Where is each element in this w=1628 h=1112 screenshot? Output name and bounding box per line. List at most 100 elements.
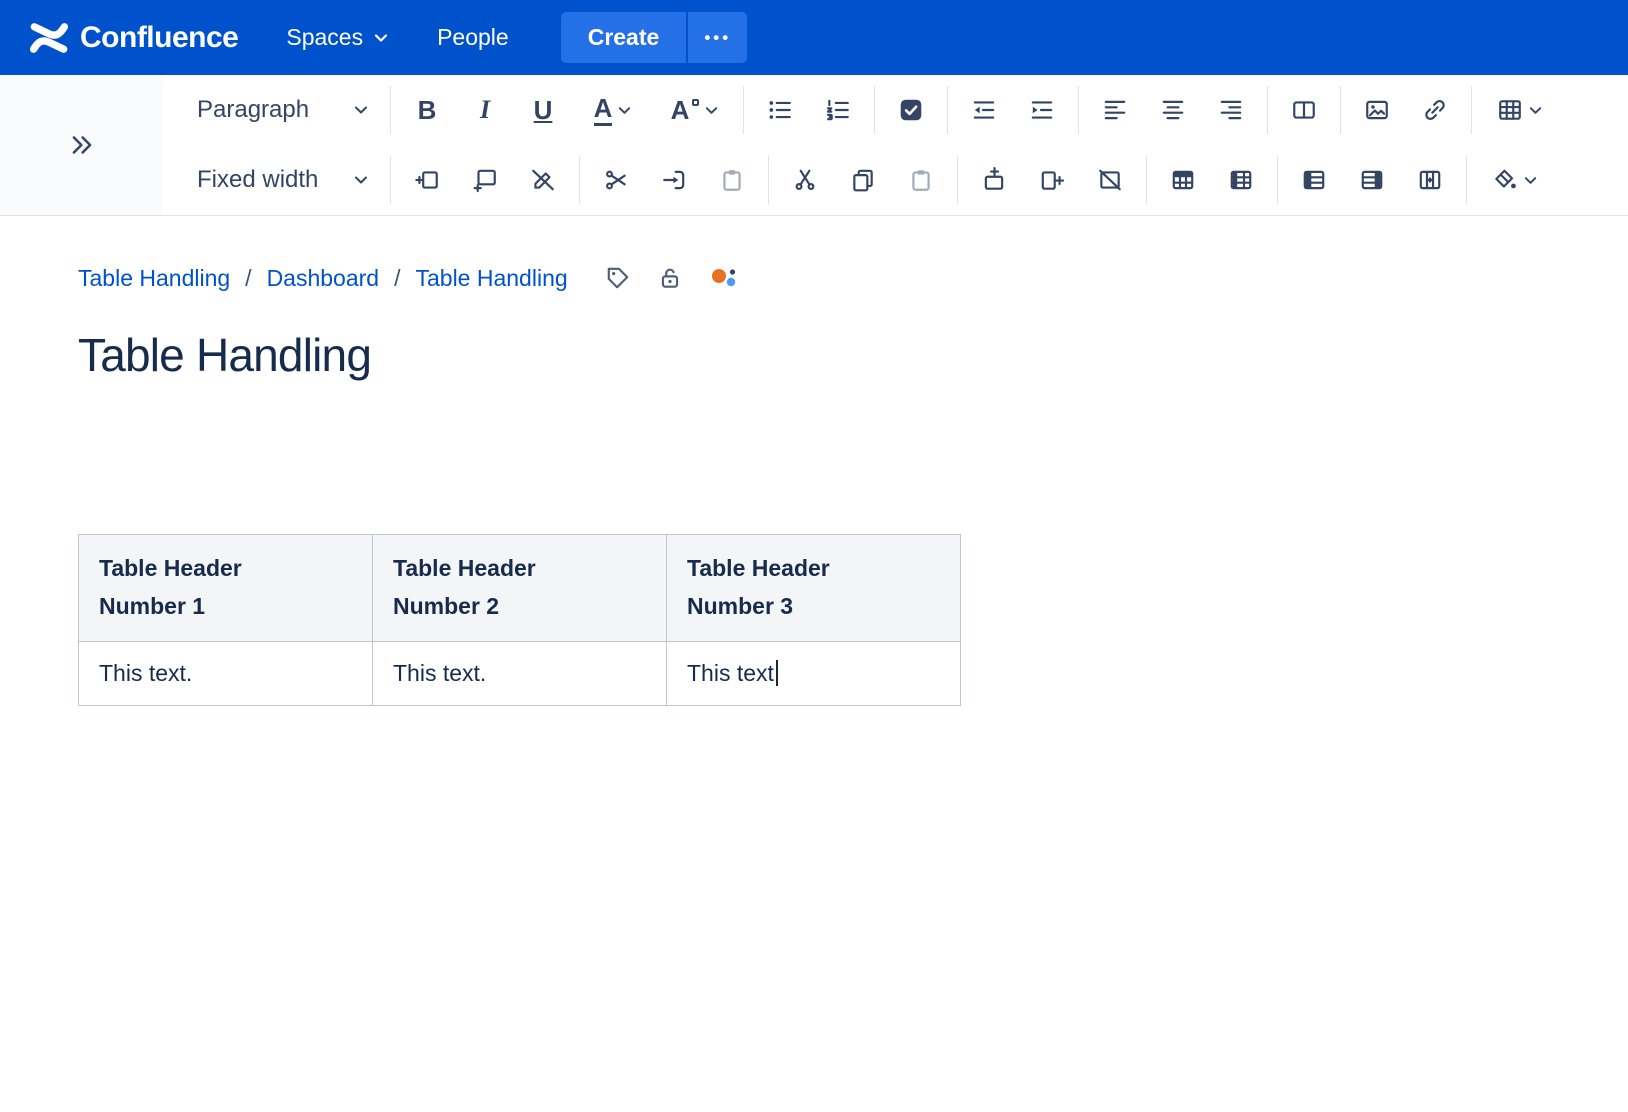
table-cell[interactable]: This text	[667, 641, 961, 705]
content-table: Table Header Number 1 Table Header Numbe…	[78, 534, 961, 706]
distribute-columns-icon	[1417, 167, 1443, 193]
insert-link-button[interactable]	[1406, 83, 1464, 137]
table-header-cell[interactable]: Table Header Number 1	[79, 535, 373, 642]
chevron-down-icon	[617, 103, 632, 118]
table-header-text: Table Header Number 1	[99, 550, 299, 626]
divider	[390, 156, 391, 204]
insert-row-button[interactable]	[456, 153, 514, 207]
table-cell[interactable]: This text.	[79, 641, 373, 705]
toolbar-row-formatting: Paragraph B I U A A	[163, 75, 1628, 145]
cut-row-button[interactable]	[776, 153, 834, 207]
bold-icon: B	[418, 97, 437, 123]
insert-row-icon	[472, 167, 498, 193]
split-cell-button[interactable]	[1343, 153, 1401, 207]
header-row-icon	[1170, 167, 1196, 193]
indent-button[interactable]	[1013, 83, 1071, 137]
page-layout-button[interactable]	[1275, 83, 1333, 137]
breadcrumb: Table Handling / Dashboard / Table Handl…	[78, 264, 1628, 292]
nav-spaces[interactable]: Spaces	[286, 24, 389, 51]
cut-cells-button[interactable]	[587, 153, 645, 207]
italic-button[interactable]: I	[456, 83, 514, 137]
bold-button[interactable]: B	[398, 83, 456, 137]
merge-cells-button[interactable]	[645, 153, 703, 207]
merge-table-cells-button[interactable]	[1285, 153, 1343, 207]
paragraph-style-label: Paragraph	[197, 96, 309, 124]
divider	[957, 156, 958, 204]
add-column-icon	[1039, 167, 1065, 193]
divider	[1078, 86, 1079, 134]
create-more-button[interactable]: •••	[688, 12, 747, 63]
add-row-above-button[interactable]	[965, 153, 1023, 207]
clear-cell-icon	[530, 167, 556, 193]
divider	[1471, 86, 1472, 134]
bullet-list-button[interactable]	[751, 83, 809, 137]
editor-toolbar: Paragraph B I U A A	[0, 75, 1628, 216]
superscript-mark	[692, 99, 699, 106]
breadcrumb-separator: /	[245, 265, 251, 292]
table-header-cell[interactable]: Table Header Number 3	[667, 535, 961, 642]
paste-cells-icon	[719, 167, 745, 193]
clear-cell-button[interactable]	[514, 153, 572, 207]
tag-icon[interactable]	[605, 265, 631, 291]
table-cell-text: This text.	[393, 660, 486, 686]
table-width-label: Fixed width	[197, 166, 318, 194]
underline-icon: U	[534, 97, 553, 123]
table-header-text: Table Header Number 3	[687, 550, 887, 626]
scissors-icon	[792, 167, 818, 193]
nav-people-label: People	[437, 24, 509, 51]
paste-cells-button[interactable]	[703, 153, 761, 207]
table-width-dropdown[interactable]: Fixed width	[183, 153, 383, 207]
text-color-button[interactable]: A	[572, 83, 654, 137]
chevron-down-icon	[353, 172, 369, 188]
divider	[768, 156, 769, 204]
create-button[interactable]: Create	[561, 12, 687, 63]
align-right-button[interactable]	[1202, 83, 1260, 137]
analytics-dots-icon[interactable]	[709, 264, 741, 292]
delete-table-button[interactable]	[1081, 153, 1139, 207]
insert-column-button[interactable]	[398, 153, 456, 207]
outdent-button[interactable]	[955, 83, 1013, 137]
align-left-icon	[1102, 97, 1128, 123]
underline-button[interactable]: U	[514, 83, 572, 137]
text-styles-icon: A	[671, 97, 690, 123]
header-column-button[interactable]	[1212, 153, 1270, 207]
cell-background-button[interactable]	[1474, 153, 1556, 207]
nav-people[interactable]: People	[437, 24, 509, 51]
expand-sidebar-icon[interactable]	[67, 130, 97, 160]
chevron-down-icon	[353, 102, 369, 118]
table-header-row: Table Header Number 1 Table Header Numbe…	[79, 535, 961, 642]
merge-table-cells-icon	[1301, 167, 1327, 193]
add-column-after-button[interactable]	[1023, 153, 1081, 207]
table-header-cell[interactable]: Table Header Number 2	[373, 535, 667, 642]
text-color-icon: A	[594, 95, 613, 126]
table-cell[interactable]: This text.	[373, 641, 667, 705]
align-left-button[interactable]	[1086, 83, 1144, 137]
app-header: Confluence Spaces People Create •••	[0, 0, 1628, 75]
align-center-icon	[1160, 97, 1186, 123]
breadcrumb-page-link[interactable]: Table Handling	[415, 265, 567, 292]
chevron-down-icon	[1523, 173, 1538, 188]
distribute-columns-button[interactable]	[1401, 153, 1459, 207]
table-icon	[1497, 97, 1523, 123]
copy-icon	[850, 167, 876, 193]
table-cell-text: This text.	[99, 660, 192, 686]
breadcrumb-dashboard-link[interactable]: Dashboard	[267, 265, 380, 292]
align-center-button[interactable]	[1144, 83, 1202, 137]
header-row-button[interactable]	[1154, 153, 1212, 207]
divider	[874, 86, 875, 134]
page-title[interactable]: Table Handling	[78, 328, 1628, 382]
divider	[579, 156, 580, 204]
paragraph-style-dropdown[interactable]: Paragraph	[183, 83, 383, 137]
task-list-button[interactable]	[882, 83, 940, 137]
divider	[1466, 156, 1467, 204]
table-cell-text: This text	[687, 660, 774, 686]
paste-row-button[interactable]	[892, 153, 950, 207]
insert-table-button[interactable]	[1479, 83, 1561, 137]
copy-row-button[interactable]	[834, 153, 892, 207]
numbered-list-button[interactable]	[809, 83, 867, 137]
text-styles-button[interactable]: A	[654, 83, 736, 137]
insert-image-button[interactable]	[1348, 83, 1406, 137]
chevron-down-icon	[1528, 103, 1543, 118]
unlock-icon[interactable]	[657, 265, 683, 291]
breadcrumb-space-link[interactable]: Table Handling	[78, 265, 230, 292]
